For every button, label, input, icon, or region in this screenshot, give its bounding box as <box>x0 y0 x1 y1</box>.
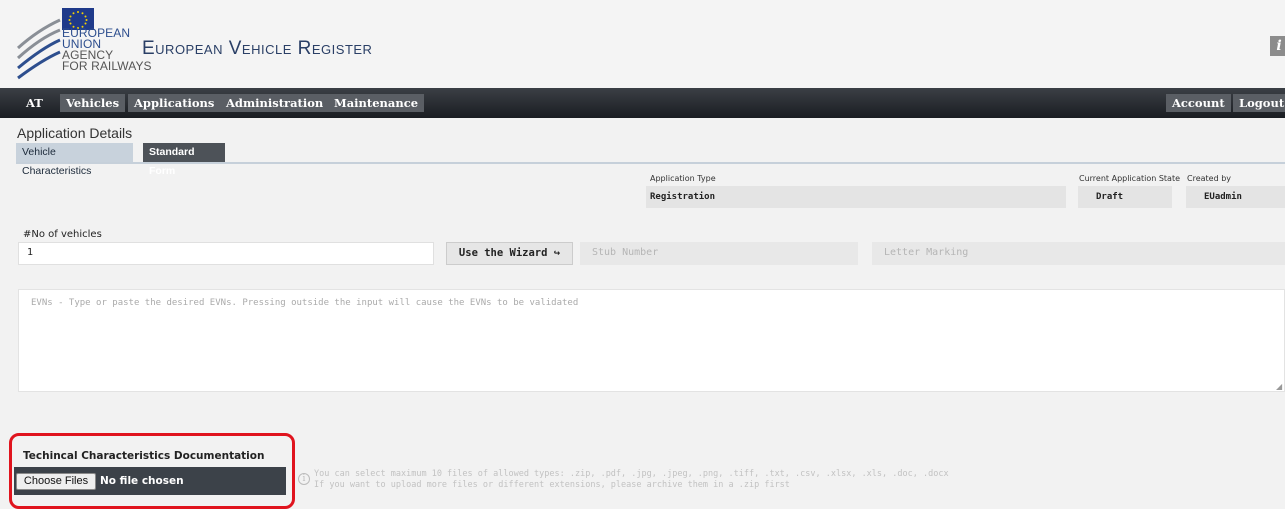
tab-vehicle-characteristics[interactable]: Vehicle Characteristics <box>16 143 133 177</box>
nav-item-country[interactable]: AT <box>20 94 49 112</box>
application-state-value: Draft <box>1078 186 1172 208</box>
upload-hint: You can select maximum 10 files of allow… <box>314 469 949 491</box>
nav-item-logout[interactable]: Logout <box>1233 94 1285 112</box>
page-root: EUROPEAN UNION AGENCY FOR RAILWAYS Europ… <box>0 0 1285 509</box>
nav-item-account[interactable]: Account <box>1166 94 1231 112</box>
app-title: European Vehicle Register <box>142 38 373 59</box>
nav-item-maintenance[interactable]: Maintenance <box>328 94 425 112</box>
created-by-label: Created by <box>1187 174 1232 183</box>
upload-hint-line-1: You can select maximum 10 files of allow… <box>314 469 949 479</box>
nav-item-applications[interactable]: Applications <box>128 94 221 112</box>
section-title: Application Details <box>17 125 133 141</box>
main-nav: AT Vehicles Applications Administration … <box>0 88 1285 118</box>
resize-handle-icon[interactable]: ◢ <box>1276 382 1282 391</box>
letter-marking-input[interactable]: Letter Marking <box>872 242 1285 265</box>
application-type-value: Registration <box>646 186 1066 208</box>
header: EUROPEAN UNION AGENCY FOR RAILWAYS Europ… <box>0 0 1285 88</box>
file-upload-bar: Choose Files No file chosen <box>14 467 286 495</box>
documentation-title: Techincal Characteristics Documentation <box>23 450 265 462</box>
stub-number-input[interactable]: Stub Number <box>580 242 858 265</box>
logo-line-4: FOR RAILWAYS <box>62 59 152 73</box>
info-icon[interactable]: i <box>1270 36 1285 56</box>
logo-text: EUROPEAN UNION AGENCY FOR RAILWAYS <box>62 27 152 73</box>
info-circle-icon: i <box>298 473 310 485</box>
file-status-text: No file chosen <box>100 475 184 487</box>
tab-standard-form[interactable]: Standard Form <box>143 143 225 177</box>
upload-hint-line-2: If you want to upload more files or diff… <box>314 480 790 490</box>
application-type-label: Application Type <box>650 174 716 183</box>
use-wizard-button[interactable]: Use the Wizard ↪ <box>446 242 573 265</box>
vehicle-count-input[interactable]: 1 <box>18 242 434 265</box>
evn-textarea[interactable]: EVNs - Type or paste the desired EVNs. P… <box>18 289 1285 392</box>
created-by-value: EUadmin <box>1186 186 1285 208</box>
tab-underline <box>16 162 1285 164</box>
nav-item-administration[interactable]: Administration <box>220 94 330 112</box>
choose-files-button[interactable]: Choose Files <box>16 473 96 490</box>
application-state-label: Current Application State <box>1079 174 1181 183</box>
nav-item-vehicles[interactable]: Vehicles <box>60 94 126 112</box>
vehicle-count-label: #No of vehicles <box>23 229 102 240</box>
